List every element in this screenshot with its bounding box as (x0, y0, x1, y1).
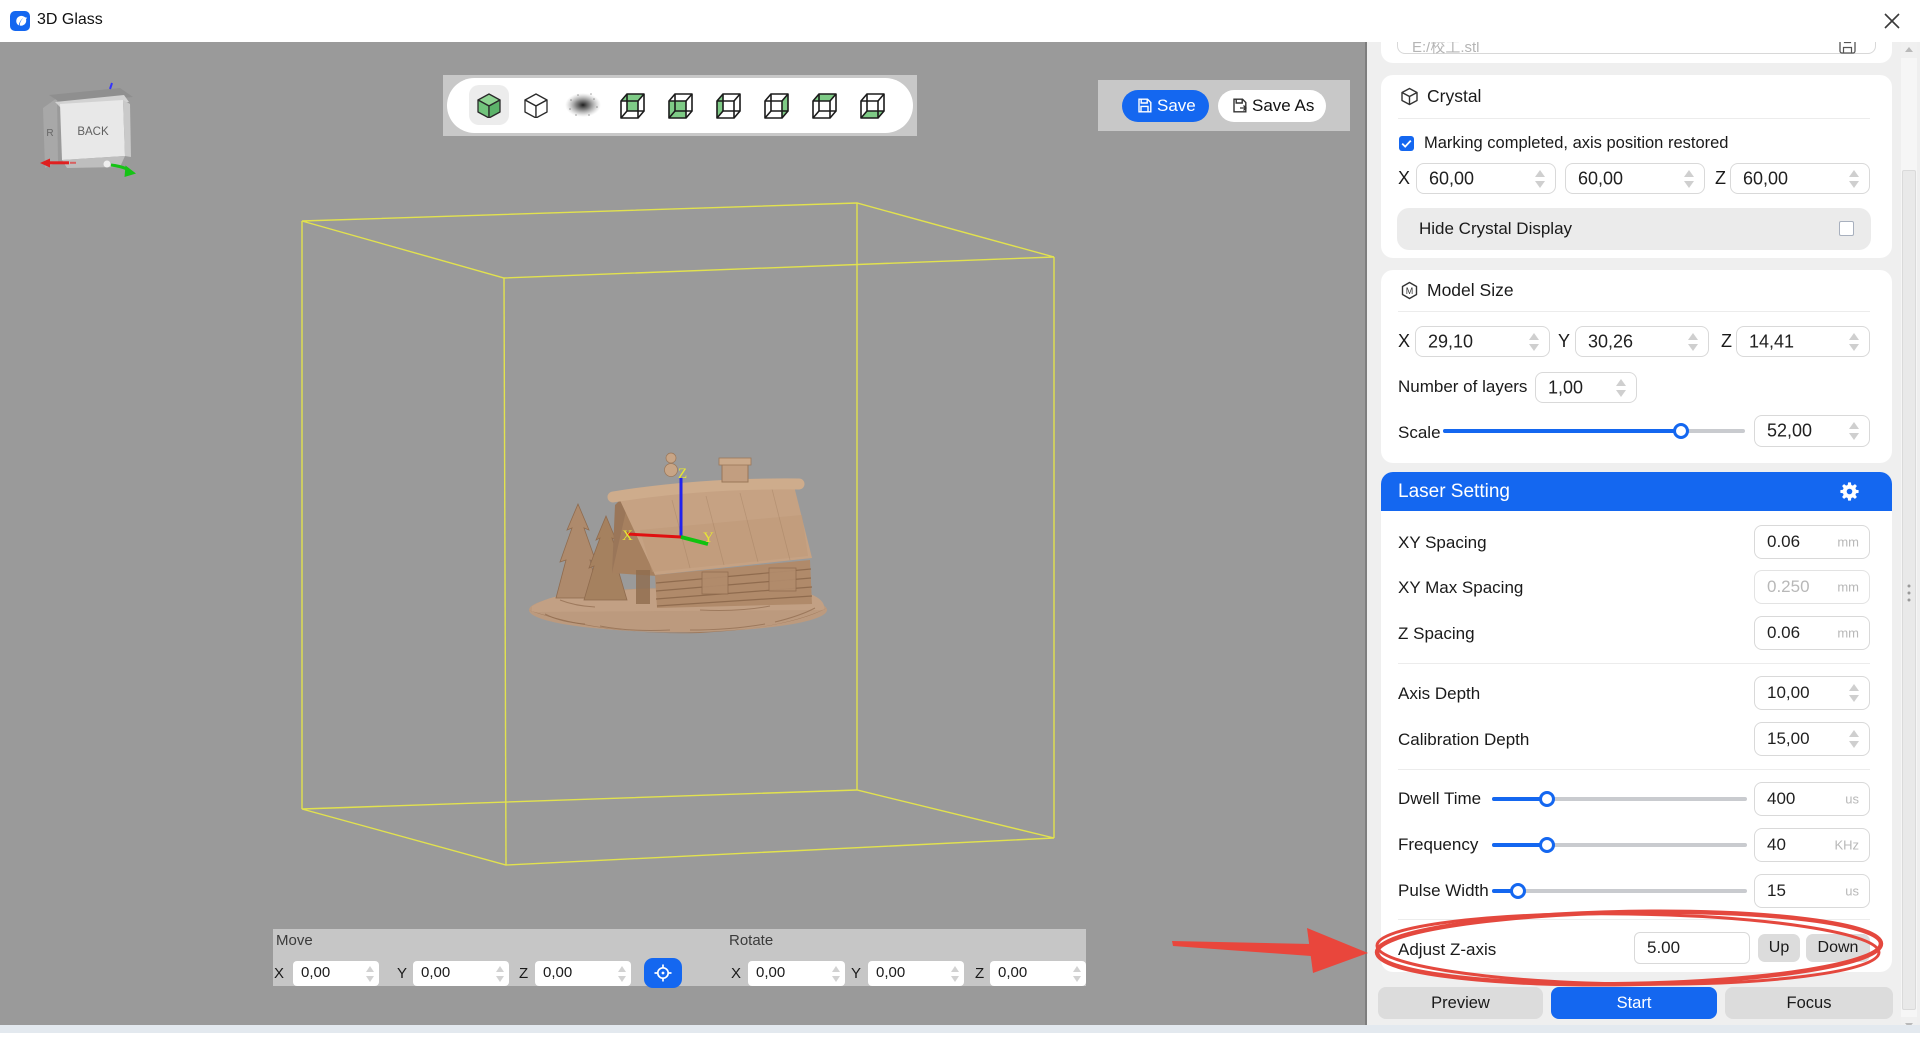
svg-text:X: X (622, 528, 633, 544)
svg-text:Y: Y (703, 530, 714, 546)
svg-text:R: R (46, 128, 53, 139)
svg-text:BACK: BACK (77, 126, 109, 138)
svg-text:M: M (1406, 286, 1414, 296)
svg-text:Z: Z (678, 466, 687, 482)
